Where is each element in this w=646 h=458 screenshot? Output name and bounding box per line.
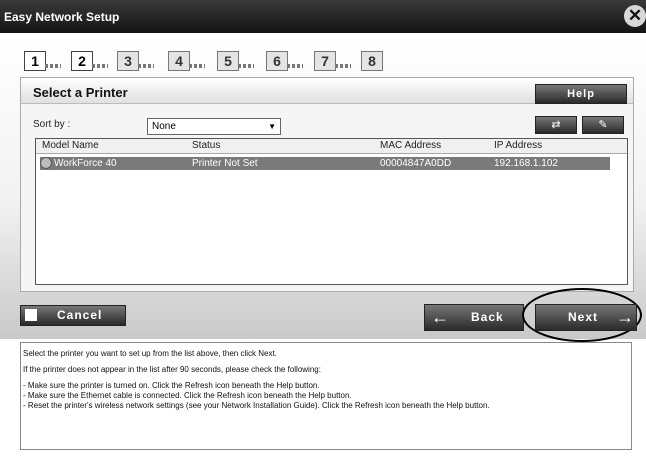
back-button[interactable]: ← Back	[424, 304, 524, 331]
step-dots	[138, 64, 154, 68]
help-button[interactable]: Help	[535, 84, 627, 104]
step-7: 7	[314, 51, 351, 71]
title-bar: Easy Network Setup ✕	[0, 0, 646, 33]
step-number: 5	[217, 51, 239, 71]
arrow-left-icon: ←	[431, 307, 450, 327]
table-header: Model Name Status MAC Address IP Address	[36, 139, 627, 154]
step-number: 2	[71, 51, 93, 71]
table-row[interactable]: WorkForce 40 Printer Not Set 00004847A0D…	[40, 157, 610, 170]
step-4: 4	[168, 51, 205, 71]
step-2: 2	[71, 51, 108, 71]
step-dots	[238, 64, 254, 68]
step-1: 1	[24, 51, 61, 71]
column-header-mac[interactable]: MAC Address	[380, 140, 441, 151]
instructions-box: Select the printer you want to set up fr…	[20, 342, 632, 450]
cancel-label: Cancel	[57, 308, 103, 322]
cancel-icon	[25, 309, 37, 321]
select-printer-panel: Select a Printer Help Sort by : None ▼ ⇄…	[20, 77, 634, 292]
step-5: 5	[217, 51, 254, 71]
column-header-model[interactable]: Model Name	[42, 140, 99, 151]
sort-by-select[interactable]: None ▼	[147, 118, 281, 135]
sort-by-label: Sort by :	[33, 119, 71, 130]
easy-network-setup-window: Easy Network Setup ✕ 1 2 3 4 5 6 7 8 Sel…	[0, 0, 646, 458]
printer-icon	[40, 157, 52, 169]
column-header-ip[interactable]: IP Address	[494, 140, 542, 151]
step-dots	[189, 64, 205, 68]
step-dots	[45, 64, 61, 68]
instruction-line: If the printer does not appear in the li…	[23, 365, 321, 374]
panel-header: Select a Printer Help	[21, 78, 633, 104]
next-label: Next	[568, 310, 599, 324]
instruction-bullet: - Reset the printer's wireless network s…	[23, 401, 490, 410]
step-number: 7	[314, 51, 336, 71]
step-dots	[287, 64, 303, 68]
step-number: 1	[24, 51, 46, 71]
instruction-line: Select the printer you want to set up fr…	[23, 349, 277, 358]
step-number: 4	[168, 51, 190, 71]
navigation-bar: Cancel ← Back Next →	[0, 288, 646, 342]
window-title: Easy Network Setup	[4, 10, 120, 24]
ip-settings-icon: ✎	[598, 119, 608, 131]
panel-title: Select a Printer	[33, 85, 128, 100]
back-label: Back	[471, 310, 504, 324]
next-button[interactable]: Next →	[535, 304, 637, 331]
step-dots	[92, 64, 108, 68]
step-number: 8	[361, 51, 383, 71]
column-header-status[interactable]: Status	[192, 140, 220, 151]
step-3: 3	[117, 51, 154, 71]
close-icon[interactable]: ✕	[624, 5, 646, 27]
chevron-down-icon: ▼	[268, 122, 276, 131]
step-number: 6	[266, 51, 288, 71]
refresh-button[interactable]: ⇄	[535, 116, 577, 134]
arrow-right-icon: →	[616, 307, 635, 327]
cancel-button[interactable]: Cancel	[20, 305, 126, 326]
cell-model: WorkForce 40	[54, 158, 117, 169]
instruction-bullet: - Make sure the Ethernet cable is connec…	[23, 391, 352, 400]
sort-by-value: None	[152, 121, 176, 132]
cell-mac: 00004847A0DD	[380, 158, 452, 169]
printer-table: Model Name Status MAC Address IP Address…	[35, 138, 628, 285]
refresh-icon: ⇄	[551, 119, 561, 131]
ip-settings-button[interactable]: ✎	[582, 116, 624, 134]
step-6: 6	[266, 51, 303, 71]
cell-status: Printer Not Set	[192, 158, 258, 169]
step-8: 8	[361, 51, 383, 71]
instruction-bullet: - Make sure the printer is turned on. Cl…	[23, 381, 320, 390]
step-number: 3	[117, 51, 139, 71]
step-dots	[335, 64, 351, 68]
cell-ip: 192.168.1.102	[494, 158, 558, 169]
